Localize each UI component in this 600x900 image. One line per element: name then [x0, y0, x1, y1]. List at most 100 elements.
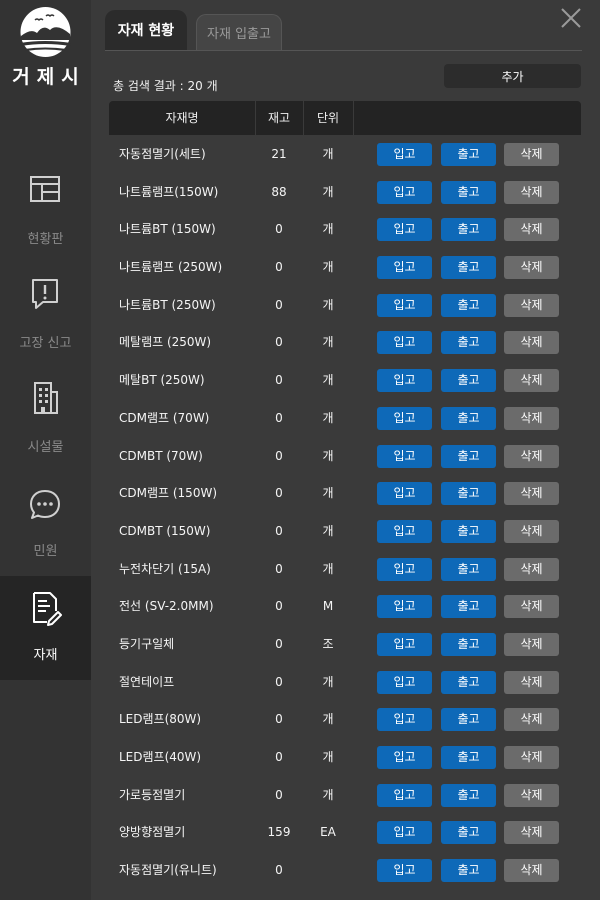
stock-out-button[interactable]: 출고	[441, 406, 496, 430]
stock-in-button[interactable]: 입고	[377, 746, 432, 769]
stock-in-button[interactable]: 입고	[377, 482, 432, 506]
stock-count: 0	[275, 297, 283, 312]
stock-in-button[interactable]: 입고	[377, 143, 432, 166]
table-row: 나트륨BT (150W) 0 개 입고 출고 삭제	[109, 211, 581, 249]
delete-button[interactable]: 삭제	[504, 444, 559, 468]
stock-in-button[interactable]: 입고	[377, 444, 432, 468]
stock-in-button[interactable]: 입고	[377, 293, 432, 317]
stock-out-button[interactable]: 출고	[441, 331, 496, 355]
delete-button[interactable]: 삭제	[504, 293, 559, 317]
stock-out-button[interactable]: 출고	[441, 180, 496, 204]
material-name: CDM램프 (150W)	[119, 486, 218, 501]
table-row: 가로등점멸기 0 개 입고 출고 삭제	[109, 777, 581, 815]
stock-out-button[interactable]: 출고	[441, 256, 496, 280]
stock-in-button[interactable]: 입고	[377, 557, 432, 581]
unit: 개	[322, 410, 334, 425]
sidebar-item-facilities[interactable]: 시설물	[0, 380, 91, 484]
delete-button[interactable]: 삭제	[504, 180, 559, 204]
table-row: 나트륨BT (250W) 0 개 입고 출고 삭제	[109, 287, 581, 325]
material-name: CDMBT (70W)	[119, 448, 203, 463]
delete-button[interactable]: 삭제	[504, 670, 559, 694]
delete-button[interactable]: 삭제	[504, 519, 559, 543]
material-name: 누전차단기 (15A)	[119, 561, 211, 576]
stock-out-button[interactable]: 출고	[441, 482, 496, 506]
stock-out-button[interactable]: 출고	[441, 369, 496, 393]
stock-out-button[interactable]: 출고	[441, 708, 496, 732]
stock-out-button[interactable]: 출고	[441, 670, 496, 694]
stock-out-button[interactable]: 출고	[441, 218, 496, 242]
stock-out-button[interactable]: 출고	[441, 293, 496, 317]
sidebar-item-fault-report[interactable]: 고장 신고	[0, 276, 91, 380]
stock-in-button[interactable]: 입고	[377, 406, 432, 430]
delete-button[interactable]: 삭제	[504, 632, 559, 656]
delete-button[interactable]: 삭제	[504, 783, 559, 807]
delete-button[interactable]: 삭제	[504, 821, 559, 845]
delete-button[interactable]: 삭제	[504, 557, 559, 581]
delete-button[interactable]: 삭제	[504, 369, 559, 393]
unit: 조	[322, 636, 334, 651]
delete-button[interactable]: 삭제	[504, 331, 559, 355]
stock-out-button[interactable]: 출고	[441, 595, 496, 619]
stock-in-button[interactable]: 입고	[377, 632, 432, 656]
material-name: 나트륨BT (250W)	[119, 297, 216, 312]
stock-out-button[interactable]: 출고	[441, 859, 496, 883]
tab-material-inout[interactable]: 자재 입출고	[196, 14, 282, 50]
stock-count: 0	[275, 750, 283, 764]
stock-count: 0	[275, 599, 283, 614]
stock-in-button[interactable]: 입고	[377, 708, 432, 732]
fault-report-icon	[32, 279, 58, 309]
stock-out-button[interactable]: 출고	[441, 783, 496, 807]
delete-button[interactable]: 삭제	[504, 406, 559, 430]
stock-in-button[interactable]: 입고	[377, 821, 432, 845]
delete-button[interactable]: 삭제	[504, 256, 559, 280]
delete-button[interactable]: 삭제	[504, 482, 559, 506]
unit: 개	[322, 712, 334, 727]
stock-count: 0	[275, 486, 283, 501]
stock-out-button[interactable]: 출고	[441, 143, 496, 166]
sidebar-item-materials[interactable]: 자재	[0, 576, 91, 680]
sidebar-item-label: 민원	[33, 544, 58, 559]
stock-in-button[interactable]: 입고	[377, 859, 432, 883]
stock-count: 0	[275, 335, 283, 350]
stock-in-button[interactable]: 입고	[377, 783, 432, 807]
delete-button[interactable]: 삭제	[504, 595, 559, 619]
stock-out-button[interactable]: 출고	[441, 821, 496, 845]
logo: 거제시	[0, 0, 91, 100]
material-name: 메탈BT (250W)	[119, 373, 205, 388]
table-row: CDM램프 (150W) 0 개 입고 출고 삭제	[109, 475, 581, 513]
sidebar-item-dashboard[interactable]: 현황판	[0, 172, 91, 276]
stock-in-button[interactable]: 입고	[377, 595, 432, 619]
unit: 개	[322, 260, 334, 275]
close-icon[interactable]	[559, 6, 583, 30]
table-row: 자동점멸기(세트) 21 개 입고 출고 삭제	[109, 136, 581, 174]
stock-in-button[interactable]: 입고	[377, 331, 432, 355]
stock-out-button[interactable]: 출고	[441, 557, 496, 581]
stock-out-button[interactable]: 출고	[441, 746, 496, 769]
stock-in-button[interactable]: 입고	[377, 180, 432, 204]
stock-count: 0	[275, 260, 283, 275]
material-name: 가로등점멸기	[119, 787, 186, 802]
material-name: 등기구일체	[119, 636, 175, 651]
unit: 개	[322, 297, 334, 312]
stock-out-button[interactable]: 출고	[441, 519, 496, 543]
stock-out-button[interactable]: 출고	[441, 632, 496, 656]
material-name: 나트륨BT (150W)	[119, 222, 216, 237]
delete-button[interactable]: 삭제	[504, 143, 559, 166]
tab-material-status[interactable]: 자재 현황	[105, 10, 187, 50]
delete-button[interactable]: 삭제	[504, 746, 559, 769]
column-header-unit: 단위	[316, 111, 340, 125]
stock-in-button[interactable]: 입고	[377, 670, 432, 694]
stock-in-button[interactable]: 입고	[377, 256, 432, 280]
stock-count: 0	[275, 523, 283, 538]
stock-in-button[interactable]: 입고	[377, 369, 432, 393]
delete-button[interactable]: 삭제	[504, 859, 559, 883]
stock-in-button[interactable]: 입고	[377, 519, 432, 543]
material-name: 메탈램프 (250W)	[119, 335, 212, 350]
dashboard-icon	[30, 176, 60, 202]
chat-bubble-icon	[30, 490, 60, 519]
stock-out-button[interactable]: 출고	[441, 444, 496, 468]
add-button[interactable]: 추가	[444, 64, 581, 88]
stock-in-button[interactable]: 입고	[377, 218, 432, 242]
delete-button[interactable]: 삭제	[504, 708, 559, 732]
delete-button[interactable]: 삭제	[504, 218, 559, 242]
